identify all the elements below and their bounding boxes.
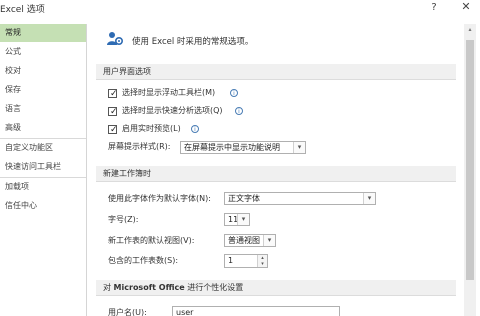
default-view-dropdown[interactable]: 普通视图 ▾ [224, 234, 276, 247]
intro-text: 使用 Excel 时采用的常规选项。 [132, 37, 254, 47]
default-font-value: 正文字体 [228, 194, 260, 203]
nav-item-proofing[interactable]: 校对 [0, 62, 86, 80]
sheet-count-label: 包含的工作表数(S): [108, 256, 179, 265]
stepper-buttons: ▴ ▾ [257, 255, 267, 267]
mini-toolbar-label: 选择时显示浮动工具栏(M) [122, 88, 216, 97]
nav-item-save[interactable]: 保存 [0, 81, 86, 99]
screentip-style-dropdown[interactable]: 在屏幕提示中显示功能说明 ▾ [180, 141, 306, 154]
live-preview-checkbox[interactable]: ✓ [108, 125, 118, 135]
nav-item-formulas[interactable]: 公式 [0, 43, 86, 61]
default-view-value: 普通视图 [228, 236, 260, 245]
info-icon: i [230, 89, 238, 97]
chevron-down-icon: ▾ [263, 235, 275, 246]
screentip-style-row: 屏幕提示样式(R): [108, 140, 171, 154]
nav-item-trust-center[interactable]: 信任中心 [0, 197, 86, 215]
font-size-label: 字号(Z): [108, 215, 139, 224]
people-settings-icon [107, 32, 124, 46]
mini-toolbar-checkbox[interactable]: ✓ [108, 89, 118, 99]
chevron-down-icon: ▾ [363, 193, 375, 204]
nav-item-customize-ribbon[interactable]: 自定义功能区 [0, 139, 86, 157]
vertical-scrollbar[interactable]: ▴ [464, 24, 476, 316]
nav-item-general[interactable]: 常规 [0, 24, 86, 42]
user-name-label: 用户名(U): [108, 308, 147, 316]
nav-item-add-ins[interactable]: 加载项 [0, 178, 86, 196]
nav-item-quick-access-toolbar[interactable]: 快速访问工具栏 [0, 158, 86, 176]
options-nav: 常规 公式 校对 保存 语言 高级 自定义功能区 快速访问工具栏 加载项 信任中… [0, 24, 87, 316]
default-font-dropdown[interactable]: 正文字体 ▾ [224, 192, 376, 205]
scrollbar-thumb[interactable] [466, 40, 474, 280]
info-icon: i [191, 125, 199, 133]
chevron-down-icon: ▾ [293, 142, 305, 153]
default-font-label: 使用此字体作为默认字体(N): [108, 194, 211, 203]
quick-analysis-checkbox[interactable]: ✓ [108, 107, 118, 117]
section-ui-options: 用户界面选项 [96, 64, 456, 80]
options-content: 使用 Excel 时采用的常规选项。 用户界面选项 ✓ 选择时显示浮动工具栏(M… [96, 16, 466, 316]
nav-item-language[interactable]: 语言 [0, 100, 86, 118]
font-size-dropdown[interactable]: 11 ▾ [224, 213, 250, 226]
sheet-count-stepper[interactable]: 1 ▴ ▾ [224, 254, 268, 268]
default-view-label: 新工作表的默认视图(V): [108, 236, 195, 245]
close-button[interactable]: ✕ [459, 0, 473, 14]
screentip-style-label: 屏幕提示样式(R): [108, 142, 171, 151]
check-icon: ✓ [110, 125, 118, 135]
personalize-prefix: 对 [103, 283, 111, 292]
chevron-down-icon: ▾ [237, 214, 249, 225]
quick-analysis-label: 选择时显示快速分析选项(Q) [122, 106, 223, 115]
section-personalize: 对 Microsoft Office 进行个性化设置 [96, 280, 456, 296]
stepper-down-icon[interactable]: ▾ [258, 261, 267, 267]
scroll-up-icon[interactable]: ▴ [464, 24, 476, 36]
sheet-count-value: 1 [228, 256, 234, 265]
user-name-input[interactable]: user [172, 306, 340, 316]
section-new-workbook: 新建工作簿时 [96, 166, 456, 182]
check-icon: ✓ [110, 89, 118, 99]
title-bar: Excel 选项 ? ✕ [0, 0, 480, 16]
live-preview-label: 启用实时预览(L) [122, 124, 181, 133]
check-icon: ✓ [110, 107, 118, 117]
window-title: Excel 选项 [0, 5, 45, 15]
nav-item-advanced[interactable]: 高级 [0, 119, 86, 137]
info-icon: i [235, 107, 243, 115]
personalize-product: Microsoft Office [113, 283, 185, 292]
personalize-suffix: 进行个性化设置 [187, 283, 244, 292]
screentip-style-value: 在屏幕提示中显示功能说明 [184, 143, 280, 152]
help-button[interactable]: ? [428, 1, 440, 14]
